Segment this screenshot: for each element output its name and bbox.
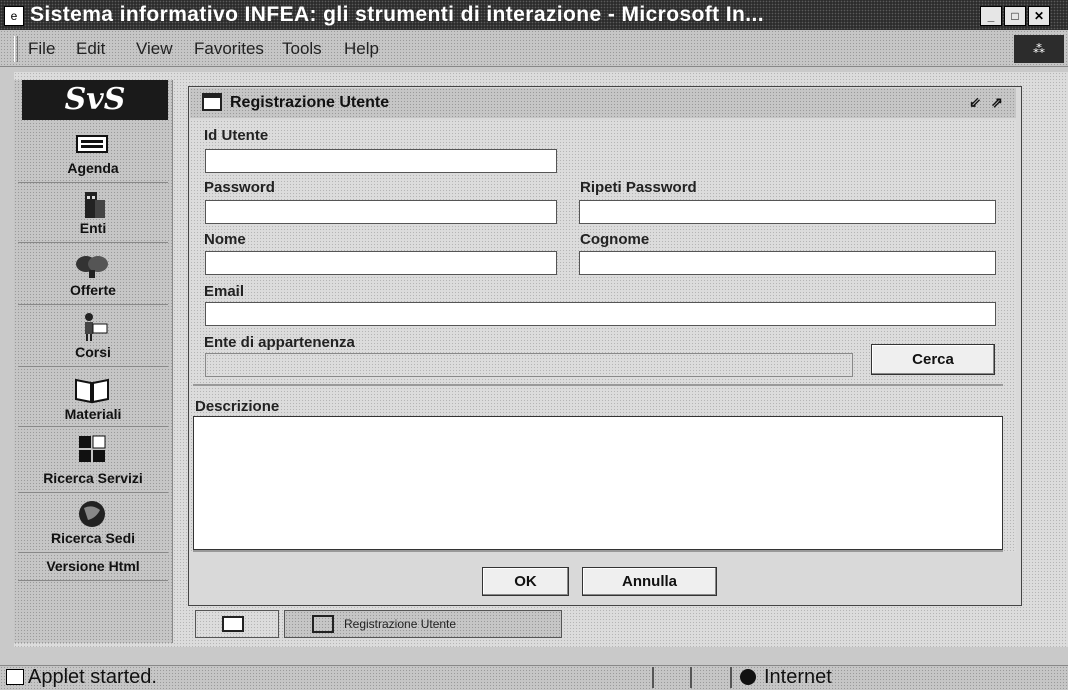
zone-text: Internet [764, 666, 832, 688]
sidebar-item-label: Enti [79, 220, 107, 236]
frame-title: Registrazione Utente [230, 94, 390, 111]
menu-view[interactable]: View [136, 39, 173, 59]
ripeti-password-label: Ripeti Password [580, 179, 697, 196]
menu-file[interactable]: File [28, 39, 55, 59]
sidebar-item-materiali[interactable]: Materiali [18, 370, 168, 427]
iconify-icon[interactable]: ⇙ [966, 93, 984, 111]
nome-label: Nome [204, 231, 246, 248]
ok-button[interactable]: OK [482, 567, 569, 596]
cerca-button[interactable]: Cerca [871, 344, 995, 375]
sidebar-item-label: Materiali [64, 406, 122, 422]
sidebar-item-enti[interactable]: Enti [18, 186, 168, 243]
maximize-button[interactable]: □ [1004, 6, 1026, 26]
status-divider [690, 667, 692, 688]
status-bar [0, 665, 1068, 690]
status-divider [730, 667, 732, 688]
menu-edit[interactable]: Edit [76, 39, 105, 59]
email-field[interactable] [205, 302, 996, 326]
building-icon [85, 192, 105, 218]
nome-field[interactable] [205, 251, 557, 275]
id-utente-label: Id Utente [204, 127, 269, 144]
ripeti-password-field[interactable] [579, 200, 996, 224]
sidebar-item-label: Versione Html [46, 558, 140, 574]
ente-field [205, 353, 853, 377]
services-grid-icon [79, 435, 106, 462]
ie-page-icon [6, 669, 24, 685]
taskbar-frame-label: Registrazione Utente [344, 617, 457, 631]
sidebar-item-label: Ricerca Servizi [43, 470, 143, 486]
menu-help[interactable]: Help [344, 39, 379, 59]
password-label: Password [204, 179, 275, 196]
sidebar-item-label: Offerte [70, 282, 116, 298]
sidebar-item-label: Agenda [67, 160, 119, 176]
sidebar-item-ricerca-sedi[interactable]: Ricerca Sedi [18, 496, 168, 553]
sidebar-item-corsi[interactable]: Corsi [18, 308, 168, 367]
cognome-field[interactable] [579, 251, 996, 275]
close-button[interactable]: ✕ [1028, 6, 1050, 26]
minimize-button[interactable]: _ [980, 6, 1002, 26]
id-utente-field[interactable] [205, 149, 557, 173]
password-field[interactable] [205, 200, 557, 224]
book-icon [75, 378, 109, 404]
email-label: Email [204, 283, 245, 300]
ie-page-icon: e [4, 6, 24, 26]
maximize-frame-icon[interactable]: ⇗ [988, 93, 1006, 111]
sidebar-item-label: Corsi [75, 344, 111, 360]
sidebar-item-agenda[interactable]: Agenda [18, 124, 168, 183]
menu-favorites[interactable]: Favorites [194, 39, 264, 59]
descrizione-label: Descrizione [195, 398, 280, 415]
sidebar-item-versione-html[interactable]: Versione Html [18, 556, 168, 581]
svs-logo: SvS [22, 80, 168, 120]
divider [193, 550, 1003, 552]
ente-label: Ente di appartenenza [204, 334, 355, 351]
keyboard-icon [76, 135, 108, 153]
divider [193, 384, 1003, 386]
sidebar-item-label: Ricerca Sedi [50, 530, 136, 546]
window-title: Sistema informativo INFEA: gli strumenti… [30, 3, 764, 26]
status-divider [652, 667, 654, 688]
ie-logo-icon: ⁂ [1014, 35, 1064, 63]
cognome-label: Cognome [580, 231, 650, 248]
sidebar-item-ricerca-servizi[interactable]: Ricerca Servizi [18, 430, 168, 493]
handshake-icon [76, 256, 108, 278]
descrizione-textarea[interactable] [193, 416, 1003, 550]
status-text: Applet started. [28, 666, 157, 688]
window-icon [202, 93, 222, 111]
menu-grip [14, 36, 18, 62]
sidebar-item-offerte[interactable]: Offerte [18, 246, 168, 305]
globe-icon [79, 501, 105, 527]
desktop-icon [222, 616, 244, 632]
teacher-icon [85, 313, 108, 341]
window-icon [312, 615, 334, 633]
menu-tools[interactable]: Tools [282, 39, 322, 59]
internet-zone-icon [740, 669, 756, 685]
annulla-button[interactable]: Annulla [582, 567, 717, 596]
